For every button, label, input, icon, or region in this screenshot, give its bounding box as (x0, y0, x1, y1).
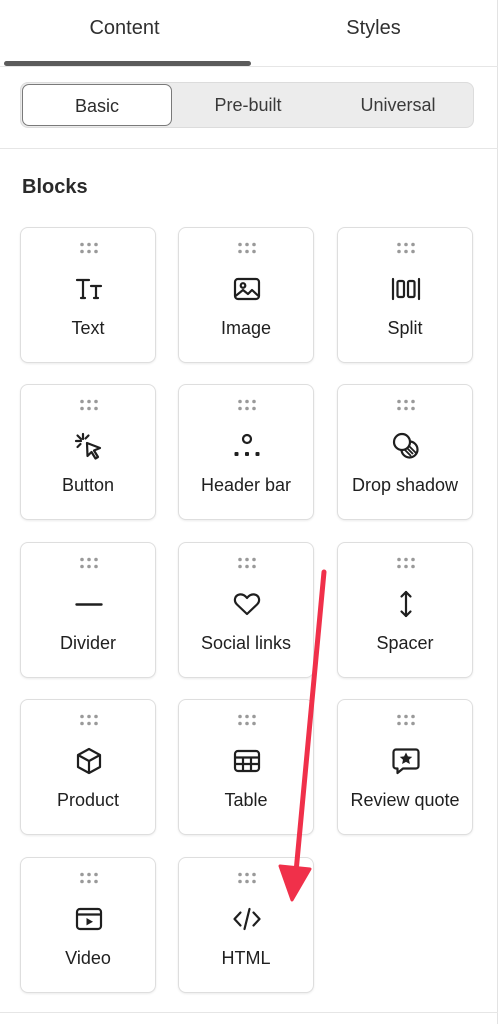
block-card-split[interactable]: Split (337, 227, 473, 363)
drag-handle-icon[interactable] (396, 399, 416, 411)
block-label: Table (224, 790, 268, 810)
blocks-panel: Content Styles Basic Pre-built Universal… (0, 0, 498, 1024)
code-icon (233, 907, 261, 931)
drag-handle-icon[interactable] (79, 242, 99, 254)
block-label: Product (56, 790, 120, 810)
drag-handle-icon[interactable] (79, 714, 99, 726)
block-card-spacer[interactable]: Spacer (337, 542, 473, 678)
image-icon (233, 277, 261, 301)
block-label: Drop shadow (351, 475, 459, 495)
cube-icon (76, 747, 102, 775)
block-card-social-links[interactable]: Social links (178, 542, 314, 678)
star-quote-icon (392, 748, 420, 775)
block-card-divider[interactable]: Divider (20, 542, 156, 678)
drag-handle-icon[interactable] (396, 714, 416, 726)
active-tab-indicator (4, 61, 251, 66)
vertical-arrows-icon (400, 590, 412, 618)
block-label: Split (387, 318, 423, 338)
block-label: Button (61, 475, 115, 495)
block-label: Video (65, 948, 111, 968)
segment-prebuilt[interactable]: Pre-built (173, 83, 323, 127)
section-divider (0, 148, 498, 149)
tab-content[interactable]: Content (0, 0, 249, 66)
split-icon (391, 277, 421, 301)
drag-handle-icon[interactable] (237, 872, 257, 884)
panel-bottom-border (0, 1012, 498, 1013)
block-card-button[interactable]: Button (20, 384, 156, 520)
block-card-header-bar[interactable]: Header bar (178, 384, 314, 520)
segment-universal[interactable]: Universal (323, 83, 473, 127)
section-title-blocks: Blocks (22, 176, 88, 198)
text-icon (75, 278, 103, 300)
drag-handle-icon[interactable] (79, 872, 99, 884)
block-label: Divider (59, 633, 116, 653)
table-icon (233, 749, 261, 773)
block-card-text[interactable]: Text (20, 227, 156, 363)
block-label: Social links (200, 633, 292, 653)
block-card-review-quote[interactable]: Review quote (337, 699, 473, 835)
block-card-drop-shadow[interactable]: Drop shadow (337, 384, 473, 520)
block-label: Text (71, 318, 105, 338)
video-icon (75, 907, 103, 931)
block-label: Image (220, 318, 272, 338)
drag-handle-icon[interactable] (79, 399, 99, 411)
segment-basic[interactable]: Basic (22, 84, 172, 126)
block-label: Spacer (376, 633, 434, 653)
block-card-product[interactable]: Product (20, 699, 156, 835)
cursor-click-icon (74, 432, 102, 460)
block-label: Header bar (200, 475, 292, 495)
block-label: HTML (221, 948, 271, 968)
block-card-image[interactable]: Image (178, 227, 314, 363)
drag-handle-icon[interactable] (396, 557, 416, 569)
block-card-html[interactable]: HTML (178, 857, 314, 993)
header-bar-icon (234, 433, 260, 456)
drag-handle-icon[interactable] (237, 557, 257, 569)
block-type-segmented-control: Basic Pre-built Universal (20, 82, 474, 128)
block-card-table[interactable]: Table (178, 699, 314, 835)
drag-handle-icon[interactable] (79, 557, 99, 569)
drag-handle-icon[interactable] (237, 399, 257, 411)
tab-styles[interactable]: Styles (249, 0, 498, 66)
drag-handle-icon[interactable] (237, 714, 257, 726)
heart-icon (233, 593, 261, 616)
drop-shadow-icon (392, 432, 419, 459)
divider-icon (75, 603, 103, 606)
block-card-video[interactable]: Video (20, 857, 156, 993)
tab-bar: Content Styles (0, 0, 498, 67)
block-label: Review quote (350, 790, 460, 810)
drag-handle-icon[interactable] (237, 242, 257, 254)
drag-handle-icon[interactable] (396, 242, 416, 254)
